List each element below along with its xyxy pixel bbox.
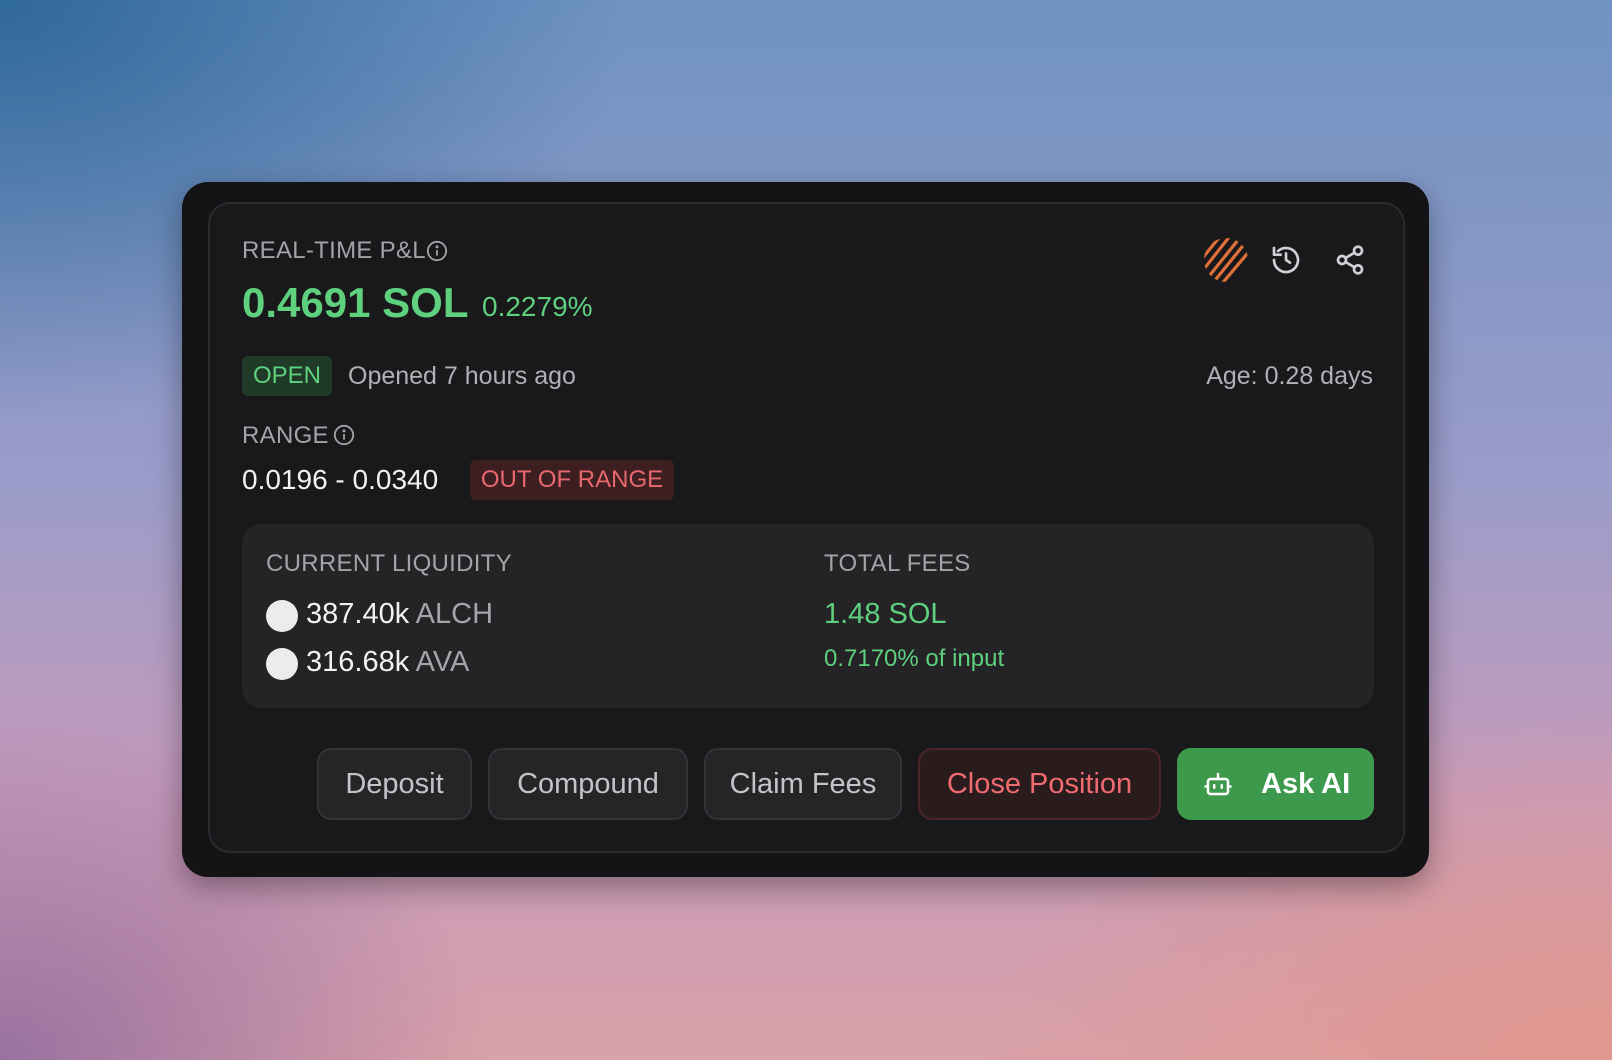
total-fees-value: 1.48 SOL <box>824 598 947 630</box>
info-icon[interactable] <box>426 240 448 267</box>
compound-button[interactable]: Compound <box>488 748 688 820</box>
liquidity-row: 387.40k ALCH <box>306 598 493 631</box>
token-symbol: ALCH <box>415 598 494 630</box>
claim-fees-button[interactable]: Claim Fees <box>704 748 902 820</box>
token-amount: 316.68k <box>306 646 410 678</box>
striped-logo-icon[interactable] <box>1202 236 1250 284</box>
liquidity-row: 316.68k AVA <box>306 646 469 679</box>
token-icon <box>266 648 298 680</box>
info-icon[interactable] <box>333 424 355 451</box>
pnl-value: 0.4691 SOL <box>242 279 469 326</box>
fees-percent: 0.7170% of input <box>824 645 1005 672</box>
pnl-percent: 0.2279% <box>482 291 593 322</box>
ask-ai-label: Ask AI <box>1261 767 1351 800</box>
opened-time: Opened 7 hours ago <box>348 362 576 390</box>
range-label: RANGE <box>242 422 329 449</box>
current-liquidity-label: CURRENT LIQUIDITY <box>266 550 513 577</box>
token-icon <box>266 600 298 632</box>
token-amount: 387.40k <box>306 598 410 630</box>
total-fees-label: TOTAL FEES <box>824 550 971 577</box>
out-of-range-badge: OUT OF RANGE <box>470 460 674 500</box>
robot-icon <box>1203 769 1233 799</box>
ask-ai-button[interactable]: Ask AI <box>1177 748 1374 820</box>
history-icon[interactable] <box>1266 240 1306 280</box>
position-age: Age: 0.28 days <box>1206 362 1373 390</box>
pnl-label: REAL-TIME P&L <box>242 237 426 264</box>
status-badge: OPEN <box>242 356 332 396</box>
token-symbol: AVA <box>415 646 470 678</box>
deposit-button[interactable]: Deposit <box>317 748 472 820</box>
range-value: 0.0196 - 0.0340 <box>242 464 439 495</box>
share-icon[interactable] <box>1330 240 1370 280</box>
close-position-button[interactable]: Close Position <box>918 748 1161 820</box>
